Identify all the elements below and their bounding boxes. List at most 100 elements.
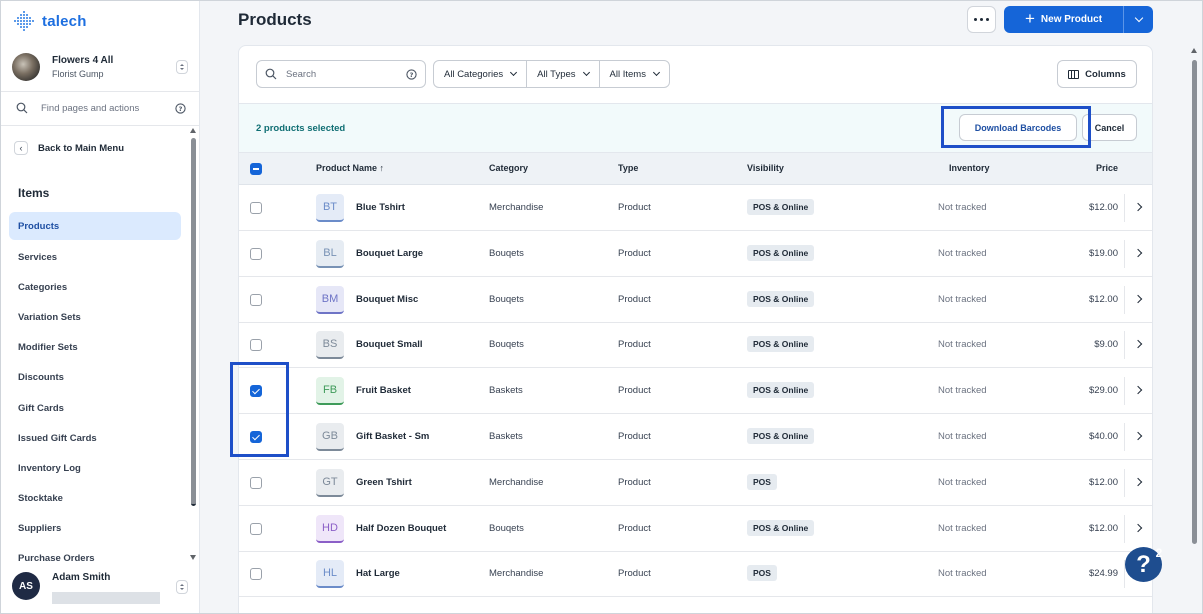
new-product-button[interactable]: + New Product — [1004, 6, 1123, 33]
product-type: Product — [618, 202, 651, 213]
table-row[interactable]: HD Half Dozen Bouquet Bouqets Product POS & … — [239, 506, 1152, 552]
sidebar-item-suppliers[interactable]: Suppliers — [9, 514, 181, 544]
main-scrollbar[interactable] — [1190, 48, 1199, 614]
column-header-inventory[interactable]: Inventory — [949, 163, 990, 173]
sidebar-scroll-thumb[interactable] — [191, 138, 196, 506]
sidebar-item-discounts[interactable]: Discounts — [9, 363, 181, 393]
product-name: Bouquet Misc — [356, 293, 419, 305]
product-category: Merchandise — [489, 476, 544, 488]
chevron-right-icon[interactable] — [1133, 431, 1143, 441]
scroll-down-icon[interactable] — [190, 555, 196, 560]
logo-dot — [17, 17, 19, 19]
visibility-badge: POS — [747, 473, 777, 490]
table-row[interactable]: GT Green Tshirt Merchandise Product POS Not t… — [239, 460, 1152, 506]
product-category: Baskets — [489, 431, 523, 442]
table-row[interactable]: FB Fruit Basket Baskets Product POS & Online… — [239, 368, 1152, 415]
scroll-up-icon[interactable] — [190, 128, 196, 133]
sidebar-item-gift-cards[interactable]: Gift Cards — [9, 393, 181, 423]
visibility-badge: POS — [747, 565, 777, 582]
product-type: Product — [618, 339, 651, 351]
filter-categories[interactable]: All Categories — [434, 61, 528, 87]
columns-button[interactable]: Columns — [1057, 60, 1137, 88]
table-row[interactable]: BL Bouquet Large Bouqets Product POS & Onlin… — [239, 231, 1152, 277]
visibility-badge: POS & Online — [747, 244, 815, 261]
chevron-right-icon[interactable] — [1133, 294, 1143, 303]
logo-dot — [26, 20, 28, 22]
chevron-right-icon[interactable] — [1133, 477, 1143, 487]
help-circle-icon[interactable]: ? — [175, 102, 186, 114]
store-switch-stepper-icon[interactable] — [176, 60, 188, 74]
sidebar-item-variation-sets[interactable]: Variation Sets — [9, 302, 181, 332]
product-thumbnail: BT — [316, 194, 344, 222]
product-category: Bouqets — [489, 293, 524, 305]
row-checkbox[interactable] — [250, 339, 262, 352]
row-checkbox[interactable] — [250, 522, 262, 535]
table-row[interactable]: GB Gift Basket - Sm Baskets Product POS & On… — [239, 414, 1152, 460]
sidebar-item-modifier-sets[interactable]: Modifier Sets — [9, 333, 181, 363]
row-checkbox[interactable] — [250, 568, 262, 581]
scroll-up-icon[interactable] — [1191, 48, 1197, 53]
search-input[interactable]: Search ? — [256, 60, 426, 88]
column-header-type[interactable]: Type — [618, 163, 638, 173]
column-header-name[interactable]: Product Name ↑ — [316, 163, 384, 173]
user-menu-stepper-icon[interactable] — [176, 580, 188, 594]
product-price: $12.00 — [1088, 202, 1118, 213]
sidebar-section-title: Items — [18, 186, 50, 200]
product-type: Product — [618, 522, 651, 534]
more-actions-button[interactable] — [967, 6, 996, 33]
chevron-down-icon — [510, 68, 518, 77]
user-menu[interactable]: AS Adam Smith — [12, 570, 188, 606]
row-checkbox[interactable] — [250, 476, 262, 489]
brand-logo[interactable]: talech — [14, 10, 87, 32]
sidebar-item-categories[interactable]: Categories — [9, 272, 181, 302]
chevron-right-icon[interactable] — [1133, 523, 1143, 532]
table-row[interactable]: BT Blue Tshirt Merchandise Product POS & Onl… — [239, 185, 1152, 231]
row-checkbox[interactable] — [250, 293, 262, 306]
logo-dot — [20, 17, 22, 19]
new-product-dropdown-button[interactable] — [1124, 6, 1153, 33]
table-row[interactable]: BS Bouquet Small Bouqets Product POS & Onlin… — [239, 322, 1152, 369]
sidebar-scrollbar[interactable] — [190, 128, 197, 564]
product-price: $19.00 — [1088, 247, 1118, 259]
row-divider — [1124, 377, 1125, 406]
find-pages-search[interactable]: Find pages and actions ? — [16, 98, 186, 118]
chevron-right-icon[interactable] — [1133, 340, 1143, 349]
product-category: Bouqets — [489, 247, 524, 259]
filter-label: All Items — [609, 68, 646, 80]
filter-group: All Categories All Types All Items — [433, 60, 670, 88]
store-switcher[interactable]: Flowers 4 All Florist Gump — [12, 51, 188, 83]
help-icon: ? — [1136, 550, 1151, 578]
chevron-down-icon — [582, 68, 590, 77]
main-scroll-thumb[interactable] — [1192, 60, 1197, 544]
sidebar-item-issued-gift-cards[interactable]: Issued Gift Cards — [9, 423, 181, 453]
sidebar-item-services[interactable]: Services — [9, 242, 181, 272]
product-category: Baskets — [489, 385, 523, 397]
sidebar-item-inventory-log[interactable]: Inventory Log — [9, 453, 181, 483]
sidebar-item-stocktake[interactable]: Stocktake — [9, 484, 181, 514]
logo-dot — [29, 20, 31, 22]
column-header-category[interactable]: Category — [489, 163, 528, 173]
row-divider — [1124, 239, 1125, 268]
filter-types[interactable]: All Types — [527, 61, 600, 87]
filter-items[interactable]: All Items — [600, 61, 669, 87]
row-checkbox[interactable] — [250, 202, 262, 214]
table-row[interactable]: BM Bouquet Misc Bouqets Product POS & Online… — [239, 277, 1152, 323]
sidebar-item-products[interactable]: Products — [9, 212, 181, 240]
table-row[interactable]: HL Hat Large Merchandise Product POS Not trac… — [239, 551, 1152, 598]
column-header-visibility[interactable]: Visibility — [747, 163, 784, 173]
back-to-main-menu[interactable]: ‹ Back to Main Menu — [14, 139, 124, 157]
help-circle-icon[interactable]: ? — [406, 68, 417, 80]
product-inventory: Not tracked — [938, 339, 987, 351]
logo-dot — [29, 23, 31, 25]
product-inventory: Not tracked — [938, 385, 987, 397]
chevron-right-icon[interactable] — [1133, 248, 1143, 258]
select-all-checkbox[interactable] — [250, 163, 262, 175]
product-type: Product — [618, 431, 651, 442]
columns-label: Columns — [1085, 68, 1126, 80]
product-name: Half Dozen Bouquet — [356, 522, 447, 534]
logo-dot — [20, 26, 22, 28]
chevron-right-icon[interactable] — [1133, 385, 1143, 395]
chevron-right-icon[interactable] — [1133, 202, 1143, 212]
column-header-price[interactable]: Price — [1096, 163, 1118, 173]
row-checkbox[interactable] — [250, 247, 262, 260]
